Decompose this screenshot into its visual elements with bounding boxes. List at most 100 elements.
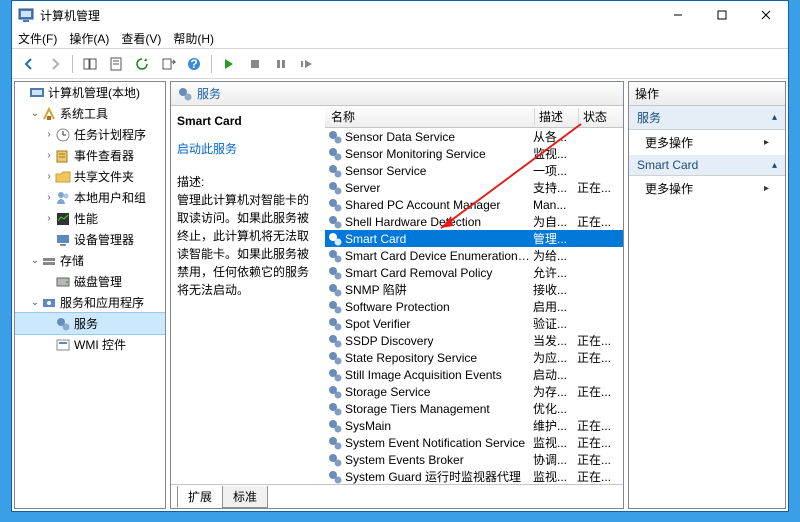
tree-system-tools[interactable]: ⌄系统工具 [15,103,165,124]
service-name: Smart Card Removal Policy [345,266,533,280]
service-row[interactable]: SNMP 陷阱接收... [325,281,623,298]
minimize-button[interactable] [656,1,700,29]
service-row[interactable]: Sensor Service一项... [325,162,623,179]
tree-services-apps[interactable]: ⌄服务和应用程序 [15,292,165,313]
tab-extended[interactable]: 扩展 [177,486,223,508]
col-header-desc[interactable]: 描述 [535,108,579,125]
action-group-services[interactable]: 服务▴ [629,106,785,130]
service-name: Shared PC Account Manager [345,198,533,212]
service-row[interactable]: Storage Tiers Management优化... [325,400,623,417]
menu-file[interactable]: 文件(F) [18,30,57,47]
menu-help[interactable]: 帮助(H) [173,30,214,47]
titlebar: 计算机管理 [12,1,788,29]
service-desc: 为存... [533,383,577,400]
tree-services[interactable]: 服务 [15,313,165,334]
service-desc: 优化... [533,400,577,417]
close-button[interactable] [744,1,788,29]
tree-root[interactable]: 计算机管理(本地) [15,82,165,103]
service-name: SysMain [345,419,533,433]
service-desc: 一项... [533,162,577,179]
service-name: Software Protection [345,300,533,314]
properties-button[interactable] [105,53,127,75]
service-row[interactable]: System Events Broker协调...正在... [325,451,623,468]
tree-disk-management[interactable]: 磁盘管理 [15,271,165,292]
service-row[interactable]: SysMain维护...正在... [325,417,623,434]
service-row[interactable]: Storage Service为存...正在... [325,383,623,400]
show-hide-button[interactable] [79,53,101,75]
tree-device-manager[interactable]: 设备管理器 [15,229,165,250]
service-detail: Smart Card 启动此服务 描述: 管理此计算机对智能卡的取读访问。如果此… [171,106,325,484]
window-title: 计算机管理 [40,7,656,24]
restart-service-button[interactable] [296,53,318,75]
service-desc: 启动... [533,366,577,383]
service-row[interactable]: System Guard 运行时监视器代理监视...正在... [325,468,623,484]
service-row[interactable]: Sensor Monitoring Service监视... [325,145,623,162]
export-button[interactable] [157,53,179,75]
desc-label: 描述: [177,173,319,191]
service-status: 正在... [577,468,613,484]
service-name: System Events Broker [345,453,533,467]
tree-wmi[interactable]: WMI 控件 [15,334,165,355]
menu-view[interactable]: 查看(V) [121,30,161,47]
service-desc: 监视... [533,145,577,162]
service-desc: 为自... [533,213,577,230]
tab-standard[interactable]: 标准 [222,486,268,508]
maximize-button[interactable] [700,1,744,29]
tree-pane[interactable]: 计算机管理(本地) ⌄系统工具 ›任务计划程序 ›事件查看器 ›共享文件夹 ›本… [14,81,166,509]
back-button[interactable] [18,53,40,75]
pause-service-button[interactable] [270,53,292,75]
app-icon [18,7,34,23]
list-header: 名称 描述 状态 [325,106,623,128]
start-service-link[interactable]: 启动此服务 [177,142,237,156]
service-desc: Man... [533,198,577,212]
service-row[interactable]: Shared PC Account ManagerMan... [325,196,623,213]
start-service-button[interactable] [218,53,240,75]
service-row[interactable]: Spot Verifier验证... [325,315,623,332]
service-name: SNMP 陷阱 [345,281,533,298]
service-desc: 启用... [533,298,577,315]
service-desc: 接收... [533,281,577,298]
service-desc: 支持... [533,179,577,196]
tree-task-scheduler[interactable]: ›任务计划程序 [15,124,165,145]
middle-header: 服务 [171,82,623,106]
tree-storage[interactable]: ⌄存储 [15,250,165,271]
help-button[interactable]: ? [183,53,205,75]
service-desc: 维护... [533,417,577,434]
col-header-status[interactable]: 状态 [579,108,619,125]
service-row[interactable]: Server支持...正在... [325,179,623,196]
tree-performance[interactable]: ›性能 [15,208,165,229]
service-desc: 为给... [533,247,577,264]
service-row[interactable]: State Repository Service为应...正在... [325,349,623,366]
col-header-name[interactable]: 名称 [325,108,535,125]
service-row[interactable]: Smart Card Removal Policy允许... [325,264,623,281]
service-row[interactable]: Still Image Acquisition Events启动... [325,366,623,383]
service-name: Sensor Data Service [345,130,533,144]
action-group-smartcard[interactable]: Smart Card▴ [629,155,785,176]
service-row[interactable]: Smart Card管理... [325,230,623,247]
service-name: Smart Card Device Enumeration Service [345,249,533,263]
service-name: State Repository Service [345,351,533,365]
service-status: 正在... [577,417,613,434]
service-desc: 当发... [533,332,577,349]
service-row[interactable]: Software Protection启用... [325,298,623,315]
service-status: 正在... [577,332,613,349]
refresh-button[interactable] [131,53,153,75]
menu-action[interactable]: 操作(A) [69,30,109,47]
service-status: 正在... [577,349,613,366]
tree-local-users[interactable]: ›本地用户和组 [15,187,165,208]
svg-text:?: ? [190,57,197,71]
tree-event-viewer[interactable]: ›事件查看器 [15,145,165,166]
service-row[interactable]: Smart Card Device Enumeration Service为给.… [325,247,623,264]
tree-shared-folders[interactable]: ›共享文件夹 [15,166,165,187]
action-more-1[interactable]: 更多操作 [629,130,785,155]
service-row[interactable]: System Event Notification Service监视...正在… [325,434,623,451]
forward-button[interactable] [44,53,66,75]
stop-service-button[interactable] [244,53,266,75]
service-row[interactable]: Sensor Data Service从各... [325,128,623,145]
action-more-2[interactable]: 更多操作 [629,176,785,201]
service-desc: 协调... [533,451,577,468]
service-row[interactable]: Shell Hardware Detection为自...正在... [325,213,623,230]
menubar: 文件(F) 操作(A) 查看(V) 帮助(H) [12,29,788,49]
service-desc: 监视... [533,468,577,484]
service-row[interactable]: SSDP Discovery当发...正在... [325,332,623,349]
